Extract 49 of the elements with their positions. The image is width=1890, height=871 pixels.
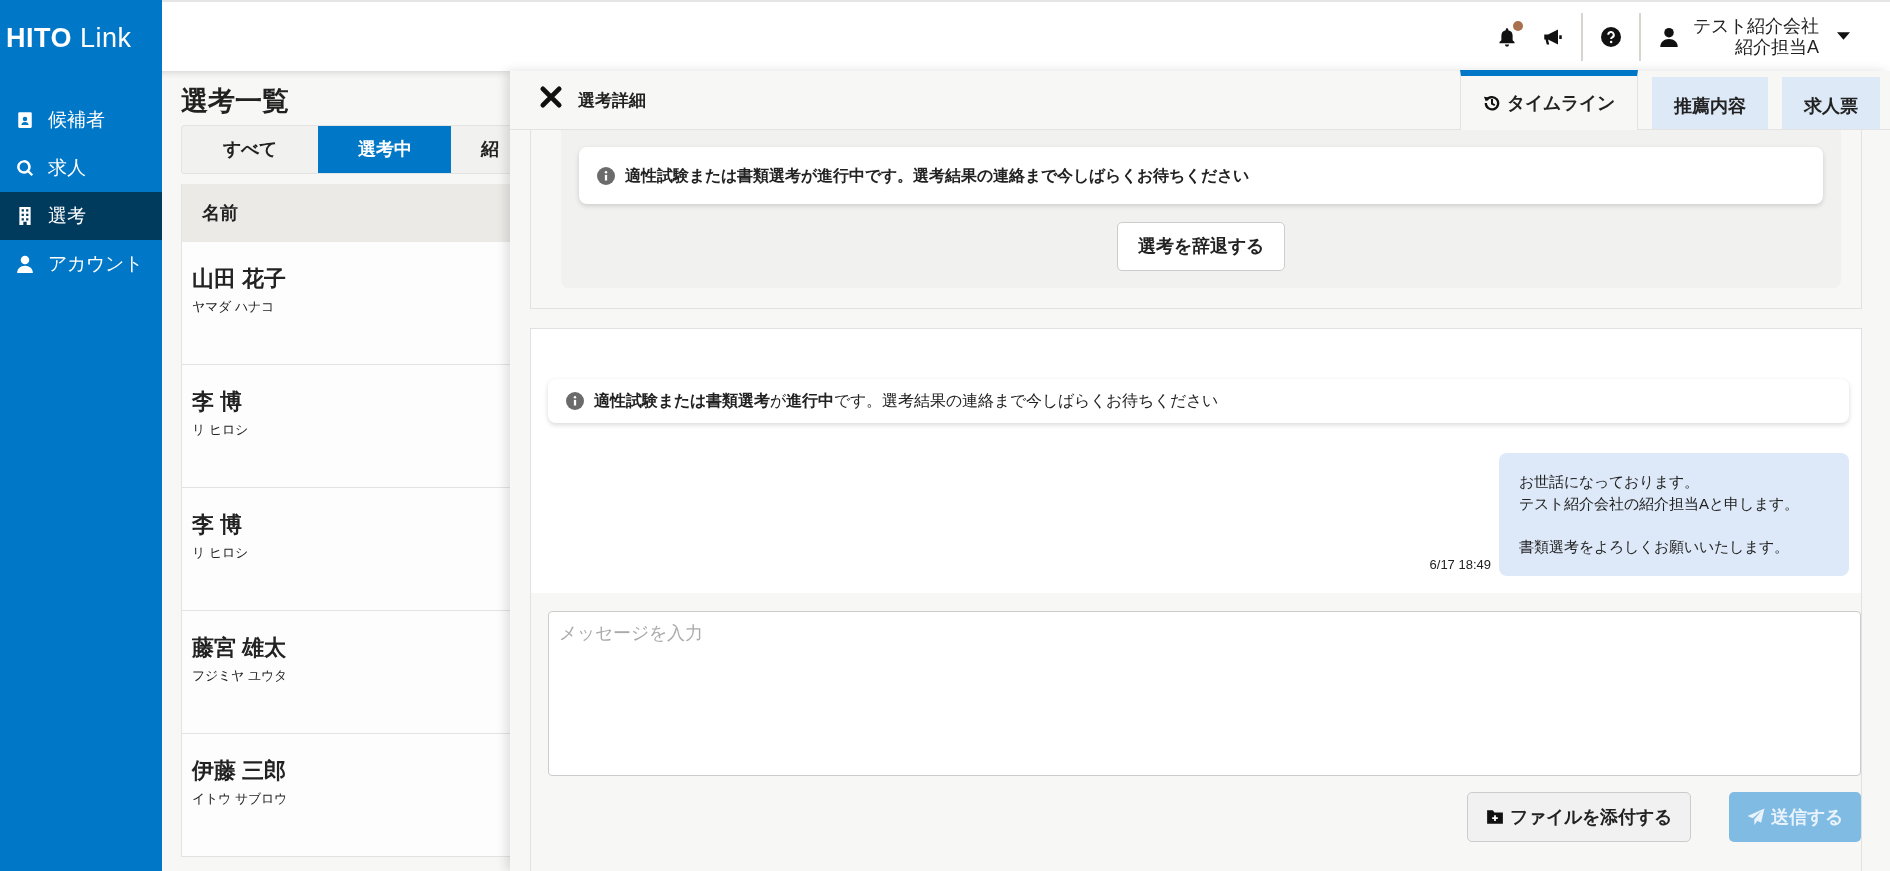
- candidate-name: 李 博: [192, 511, 244, 540]
- candidate-name: 伊藤 三郎: [192, 757, 288, 786]
- filter-tab[interactable]: 紹: [451, 126, 510, 174]
- paper-plane-icon: [1747, 808, 1765, 826]
- candidate-kana: リ ヒロシ: [192, 421, 249, 440]
- building-icon: [16, 207, 34, 225]
- candidate-kana: リ ヒロシ: [192, 544, 249, 563]
- notice-text: 適性試験または書類選考が進行中です。選考結果の連絡まで今しばらくお待ちください: [594, 391, 1218, 411]
- app-logo: HITO Link: [5, 22, 133, 55]
- candidate-kana: イトウ サブロウ: [192, 790, 288, 809]
- notice-text: 適性試験または書類選考が進行中です。選考結果の連絡まで今しばらくお待ちください: [625, 165, 1249, 186]
- message-time: 6/17 18:49: [1429, 555, 1491, 574]
- filter-tab[interactable]: すべて: [182, 126, 318, 174]
- help-icon[interactable]: [1601, 26, 1621, 47]
- folder-plus-icon: [1486, 808, 1504, 826]
- candidate-kana: フジミヤ ユウタ: [192, 667, 288, 686]
- withdraw-button[interactable]: 選考を辞退する: [1117, 222, 1285, 271]
- candidate-name: 藤宮 雄太: [192, 634, 288, 663]
- message-line: お世話になっております。: [1519, 472, 1700, 492]
- filter-tab[interactable]: 選考中: [318, 126, 451, 174]
- search-icon: [16, 159, 34, 177]
- sidebar-item[interactable]: 候補者: [0, 96, 162, 144]
- user-icon: [1659, 26, 1679, 47]
- panel-title: 選考詳細: [578, 90, 646, 112]
- company-name: テスト紹介会社: [1693, 15, 1819, 37]
- detail-tab[interactable]: 求人票: [1782, 77, 1880, 129]
- close-icon[interactable]: [538, 84, 564, 110]
- column-header: 名前: [202, 201, 238, 225]
- sidebar-item[interactable]: 求人: [0, 144, 162, 192]
- candidate-name: 山田 花子: [192, 265, 288, 294]
- id-card-icon: [16, 111, 34, 129]
- message-line: 書類選考をよろしくお願いいたします。: [1519, 537, 1790, 558]
- message-line: テスト紹介会社の紹介担当Aと申します。: [1519, 493, 1800, 514]
- person-icon: [16, 255, 34, 273]
- candidate-kana: ヤマダ ハナコ: [192, 298, 275, 317]
- page-title: 選考一覧: [181, 85, 290, 118]
- info-icon: [597, 166, 615, 185]
- user-name: 紹介担当A: [1734, 36, 1819, 58]
- candidate-name: 李 博: [192, 388, 244, 417]
- caret-icon[interactable]: [1837, 32, 1850, 41]
- detail-tab[interactable]: タイムライン: [1460, 70, 1638, 130]
- message-input[interactable]: メッセージを入力: [548, 611, 1861, 776]
- attach-file-button[interactable]: ファイルを添付する: [1467, 792, 1691, 842]
- info-icon: [566, 392, 584, 410]
- sidebar-item[interactable]: アカウント: [0, 240, 162, 288]
- sidebar-item[interactable]: 選考: [0, 192, 162, 240]
- detail-tab[interactable]: 推薦内容: [1652, 77, 1768, 129]
- bell-icon[interactable]: [1497, 27, 1517, 48]
- history-icon: [1483, 94, 1501, 112]
